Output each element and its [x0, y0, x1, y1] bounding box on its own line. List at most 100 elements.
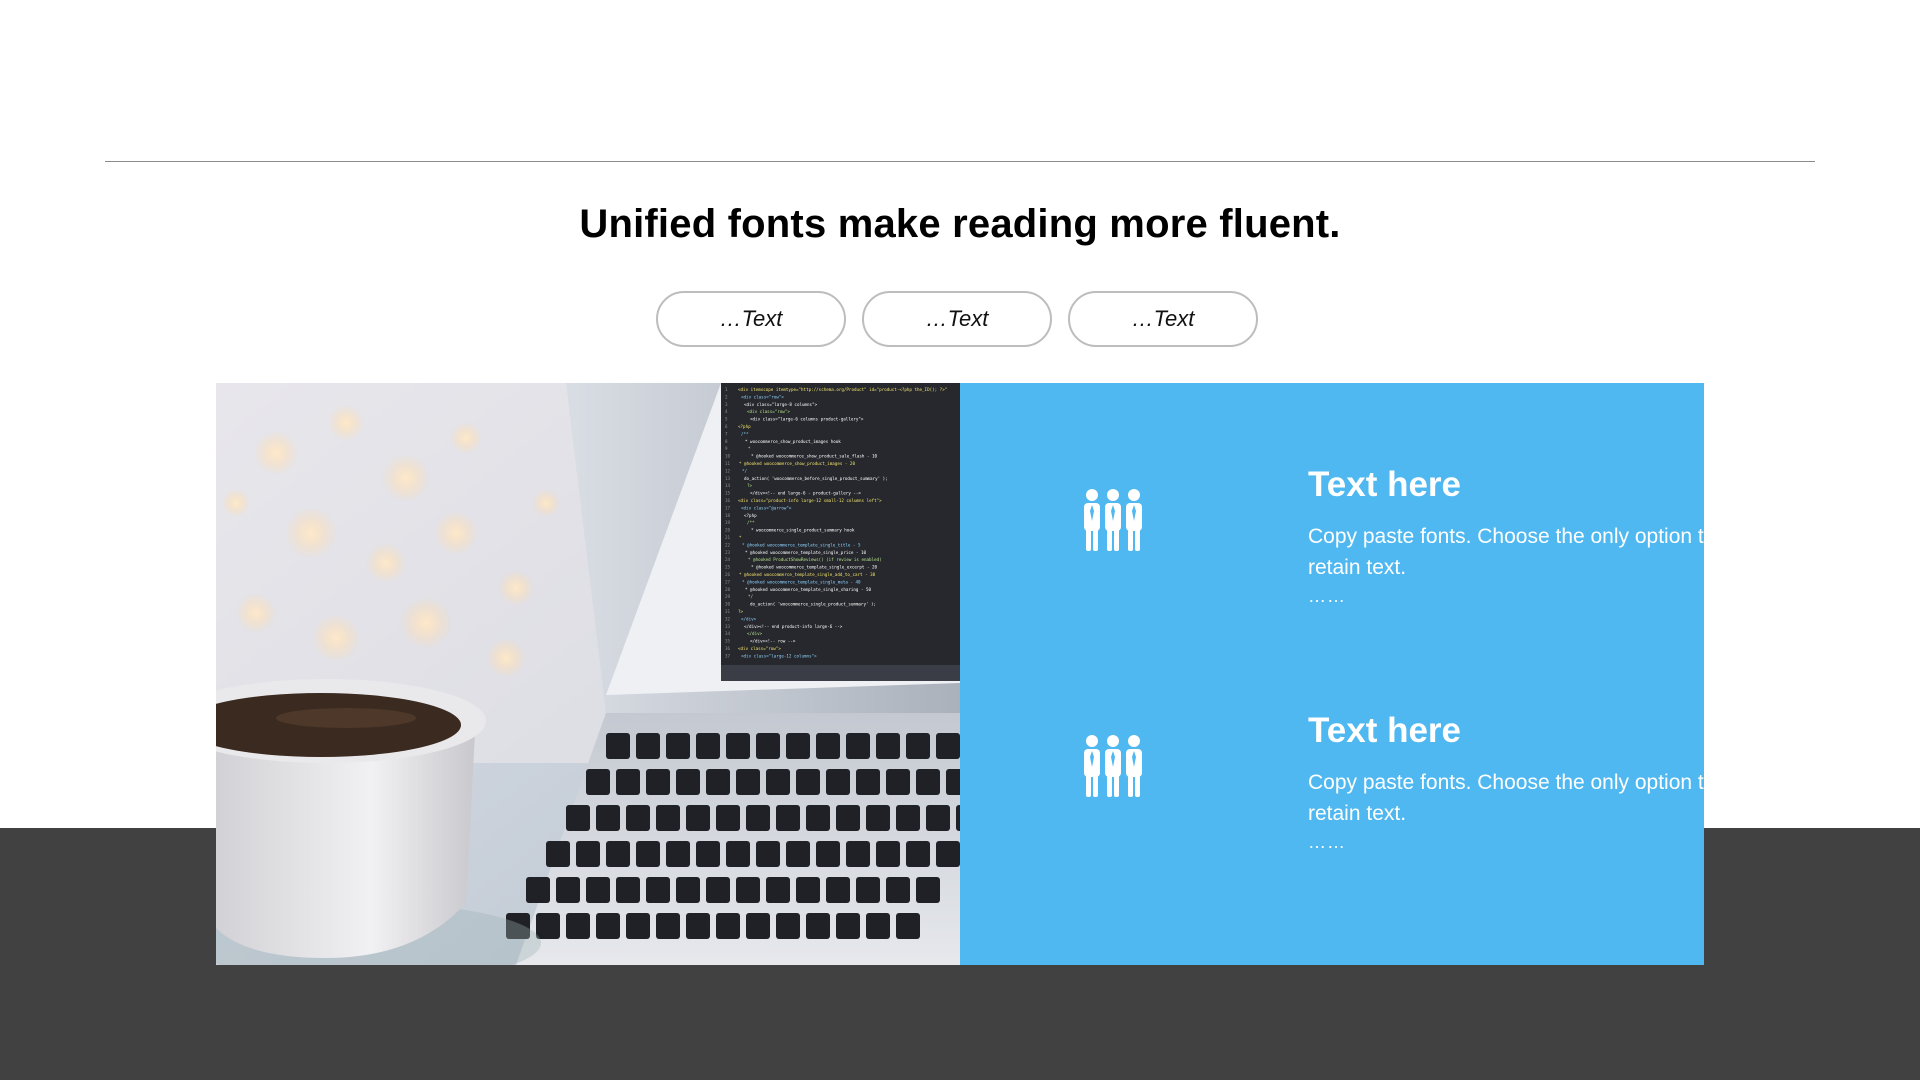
pill-button-2[interactable]: …Text [862, 291, 1052, 347]
code-line-number: 25 [725, 565, 731, 570]
keyboard-key [836, 913, 860, 939]
keyboard-key [866, 805, 890, 831]
code-line-number: 22 [725, 542, 731, 547]
code-line: ?> [738, 609, 744, 614]
keyboard-key [846, 733, 870, 759]
code-line-number: 10 [725, 454, 731, 459]
pill-button-3[interactable]: …Text [1068, 291, 1258, 347]
code-line: </div><!-- end large-6 - product-gallery… [750, 491, 861, 496]
keyboard-key [856, 769, 880, 795]
keyboard-key [836, 805, 860, 831]
pill-button-row: …Text …Text …Text [656, 291, 1258, 347]
keyboard-key [606, 841, 630, 867]
code-line: * @hooked woocommerce_template_single_ex… [751, 565, 878, 570]
code-line-number: 13 [725, 476, 731, 481]
code-line-number: 30 [725, 602, 731, 607]
pill-button-1[interactable]: …Text [656, 291, 846, 347]
laptop-coffee-photo: 1 <div itemscope itemtype="http://schema.… [216, 383, 960, 965]
code-line-number: 32 [725, 616, 731, 621]
code-line-number: 16 [725, 498, 731, 503]
keyboard-key [636, 733, 660, 759]
keyboard-key [916, 877, 940, 903]
keyboard-key [736, 877, 760, 903]
code-line: <div class="@arrow"> [741, 505, 792, 510]
keyboard-key [776, 913, 800, 939]
code-line: </div><!-- end product-info large-6 --> [744, 624, 843, 629]
code-line-number: 26 [725, 572, 731, 577]
keyboard-key [646, 877, 670, 903]
code-line-number: 23 [725, 550, 731, 555]
keyboard-key [706, 877, 730, 903]
keyboard-key [726, 841, 750, 867]
code-line-number: 11 [725, 461, 731, 466]
code-line-number: 24 [725, 557, 731, 562]
keyboard-key [876, 841, 900, 867]
keyboard-key [766, 769, 790, 795]
code-line: * woocommerce_single_product_summary hoo… [751, 528, 855, 533]
keyboard-key [566, 913, 590, 939]
code-line-number: 33 [725, 624, 731, 629]
keyboard-key [626, 913, 650, 939]
keyboard-key [696, 841, 720, 867]
feature-title-2: Text here [1308, 711, 1462, 750]
feature-description-2: Copy paste fonts. Choose the only option… [1308, 771, 1716, 826]
keyboard-key [816, 733, 840, 759]
keyboard-key [756, 841, 780, 867]
keyboard-key [856, 877, 880, 903]
keyboard-key [876, 733, 900, 759]
keyboard-key [546, 841, 570, 867]
keyboard-key [716, 805, 740, 831]
keyboard-key [936, 733, 960, 759]
keyboard-key [656, 805, 680, 831]
code-line-number: 19 [725, 520, 731, 525]
feature-text-1: Text here Copy paste fonts. Choose the o… [1308, 465, 1728, 609]
feature-panel: Text here Copy paste fonts. Choose the o… [960, 383, 1715, 965]
code-line: <div class="large-8 columns"> [744, 402, 818, 407]
code-line: * @hooked ProductShowReviews() (if revie… [748, 557, 882, 562]
code-line: <div class="row"> [747, 409, 790, 414]
code-line: */ [742, 468, 748, 473]
keyboard-key [616, 877, 640, 903]
code-line-number: 37 [725, 653, 731, 658]
keyboard-key [906, 841, 930, 867]
code-line-number: 29 [725, 594, 731, 599]
keyboard-key [926, 805, 950, 831]
keyboard-key [896, 805, 920, 831]
keyboard-key [786, 733, 810, 759]
keyboard-key [736, 769, 760, 795]
feature-ellipsis-2: …… [1308, 832, 1346, 853]
keyboard-key [626, 805, 650, 831]
team-icon [1084, 489, 1142, 551]
code-line: </div> [747, 631, 763, 636]
code-line: <?php [744, 513, 757, 518]
keyboard-key [866, 913, 890, 939]
code-line: <div itemscope itemtype="http://schema.o… [738, 387, 947, 392]
code-line: <?php [738, 424, 751, 429]
keyboard-key [676, 877, 700, 903]
code-line: /** [747, 520, 755, 525]
keyboard-key [676, 769, 700, 795]
keyboard-key [686, 913, 710, 939]
keyboard-key [716, 913, 740, 939]
keyboard-key [746, 805, 770, 831]
keyboard-key [606, 733, 630, 759]
keyboard-key [886, 877, 910, 903]
code-line: do_action( 'woocommerce_before_single_pr… [744, 476, 888, 481]
code-line-number: 12 [725, 468, 731, 473]
keyboard-key [816, 841, 840, 867]
feature-text-2: Text here Copy paste fonts. Choose the o… [1308, 711, 1728, 855]
code-line-number: 34 [725, 631, 731, 636]
keyboard-key [786, 841, 810, 867]
keyboard-key [756, 733, 780, 759]
keyboard-key [796, 877, 820, 903]
keyboard-key [536, 913, 560, 939]
code-line: <div class="large-6 columns product-gall… [750, 417, 864, 422]
code-line: * woocommerce_show_product_images hook [745, 439, 841, 444]
keyboard-key [696, 733, 720, 759]
keyboard-key [806, 913, 830, 939]
code-line-number: 14 [725, 483, 731, 488]
code-line: <div class="row"> [741, 394, 784, 399]
code-line-number: 20 [725, 528, 731, 533]
code-line: ?> [747, 483, 753, 488]
keyboard-key [566, 805, 590, 831]
